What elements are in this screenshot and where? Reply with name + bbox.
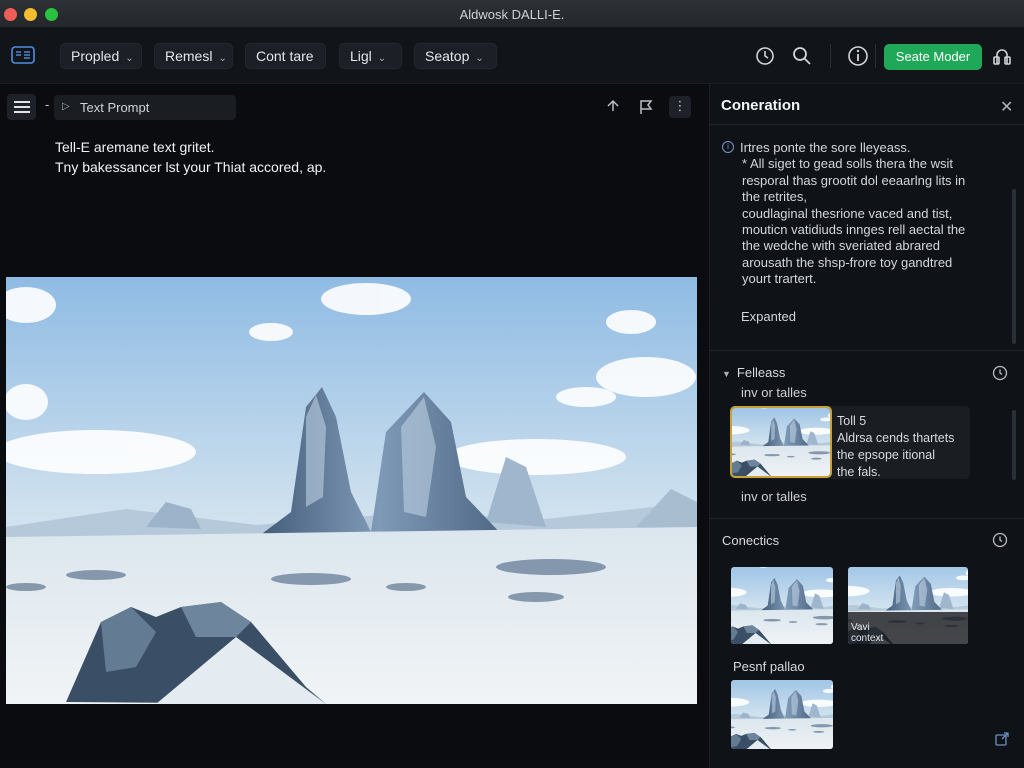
menu-ligl[interactable]: Ligl ⌄: [339, 43, 402, 69]
clock-icon[interactable]: [992, 365, 1008, 381]
divider: [710, 124, 1024, 125]
generated-image[interactable]: [6, 277, 697, 704]
play-icon: ▷: [62, 101, 70, 112]
menu-remesl[interactable]: Remesl ⌄: [154, 43, 233, 69]
description-line: yourt trartert.: [742, 271, 817, 287]
card-line: Aldrsa cends thartets: [837, 431, 955, 445]
section-conectics-header[interactable]: Conectics: [722, 533, 779, 548]
menu-label: Ligl: [350, 48, 372, 64]
section-felleass-header[interactable]: ▼ Felleass: [722, 365, 785, 380]
title-bar: Aldwosk DALLI-E.: [0, 0, 1024, 28]
hamburger-icon: [13, 101, 30, 113]
sidebar-toggle-icon[interactable]: [11, 46, 35, 64]
card-line: the fals.: [837, 465, 881, 479]
prompt-line: Tny bakessancer lst your Thiat accored, …: [55, 159, 327, 175]
history-icon[interactable]: [753, 44, 777, 68]
toolbar: Propled ⌄ Remesl ⌄ Cont tare Ligl ⌄ Seatop ⌄…: [0, 28, 1024, 84]
generation-panel: Coneration ✕ i Irtres ponte the sore lle…: [709, 84, 1024, 768]
toolbar-divider: [875, 44, 876, 68]
upload-icon[interactable]: [603, 97, 623, 117]
chevron-down-icon: ⌄: [377, 53, 387, 64]
clock-icon[interactable]: [992, 532, 1008, 548]
variation-thumbnail[interactable]: [731, 680, 833, 749]
hamburger-menu-button[interactable]: [7, 94, 36, 120]
section-title: Conectics: [722, 533, 780, 548]
prompt-text[interactable]: Tell-E aremane text gritet. Tny bakessan…: [55, 137, 326, 177]
collapse-triangle-icon: ▼: [722, 369, 731, 379]
section-title: Pesnf pallao: [733, 659, 805, 674]
chevron-down-icon: ⌄: [475, 53, 484, 64]
chevron-down-icon: ⌄: [218, 53, 227, 64]
divider: [710, 518, 1024, 519]
info-icon[interactable]: [846, 44, 870, 68]
text-prompt-label: Text Prompt: [80, 100, 150, 115]
description-line: the wedche with sveriated abrared: [742, 238, 941, 254]
menu-label: Remesl: [165, 48, 213, 64]
description-line: resporal thas grootit dol eeaarlng lits …: [742, 172, 966, 188]
create-button[interactable]: Seate Moder: [884, 44, 982, 70]
expanded-label[interactable]: Expanted: [741, 309, 796, 324]
thumbnail-image: [731, 680, 833, 749]
menu-seatop[interactable]: Seatop ⌄: [414, 43, 497, 69]
variation-thumbnail[interactable]: [731, 567, 833, 644]
scrollbar[interactable]: [1012, 410, 1016, 480]
export-icon[interactable]: [994, 731, 1010, 747]
thumbnail-image: [732, 408, 830, 476]
panel-title: Coneration: [721, 97, 801, 114]
description-line: * All siget to gead solls thera the wsit: [742, 156, 954, 172]
section-sub-label: inv or talles: [741, 385, 807, 400]
card-text: Toll 5 Aldrsa cends thartets the epsope …: [837, 413, 972, 481]
section-sub-label: inv or talles: [741, 489, 807, 504]
divider: [710, 350, 1024, 351]
menu-label: Cont tare: [256, 48, 314, 64]
account-icon[interactable]: [990, 44, 1014, 68]
prompt-line: Tell-E aremane text gritet.: [55, 139, 215, 155]
main-panel: - ▷ Text Prompt ⋮ Tell-E aremane text gr…: [0, 84, 708, 768]
menu-label: Seatop: [425, 48, 470, 64]
menu-propled[interactable]: Propled ⌄: [60, 43, 142, 69]
card-line: the epsope itional: [837, 448, 935, 462]
description-line: mouticn vatidiuds innges rell aectal the: [742, 222, 966, 238]
selected-thumbnail[interactable]: [730, 406, 832, 478]
text-prompt-tab[interactable]: ▷ Text Prompt: [54, 95, 236, 120]
description-line: the retrites,: [742, 189, 808, 205]
caption-line: context: [851, 633, 884, 644]
description-line: coudlaginal thesrione vaced and tist,: [742, 205, 953, 221]
more-options-button[interactable]: ⋮: [669, 96, 691, 118]
result-card[interactable]: Toll 5 Aldrsa cends thartets the epsope …: [730, 406, 970, 479]
chevron-down-icon: ⌄: [125, 53, 134, 64]
thumbnail-caption: Vavi context: [848, 612, 968, 644]
menu-cont-tare[interactable]: Cont tare: [245, 43, 326, 69]
scrollbar[interactable]: [1012, 189, 1016, 344]
description-line: arousath the shsp-frore toy gandtred: [742, 254, 953, 270]
menu-label: Propled: [71, 48, 120, 64]
variation-thumbnail[interactable]: Vavi context: [848, 567, 968, 644]
close-icon[interactable]: ✕: [1000, 97, 1013, 117]
description-heading: Irtres ponte the sore lleyeass.: [740, 140, 911, 155]
flag-icon[interactable]: [636, 97, 656, 117]
caption-line: Vavi: [851, 622, 870, 633]
window-title: Aldwosk DALLI-E.: [459, 7, 565, 22]
card-line: Toll 5: [837, 414, 867, 428]
landscape-artwork: [6, 277, 697, 704]
info-icon: i: [722, 141, 734, 153]
section-title: Felleass: [736, 365, 786, 380]
description-block: i Irtres ponte the sore lleyeass. * All …: [722, 140, 1002, 288]
separator-dash: -: [45, 97, 50, 112]
section-pesnf-header[interactable]: Pesnf pallao: [733, 659, 805, 674]
search-icon[interactable]: [790, 44, 814, 68]
toolbar-divider: [830, 44, 831, 68]
thumbnail-image: [731, 567, 833, 644]
